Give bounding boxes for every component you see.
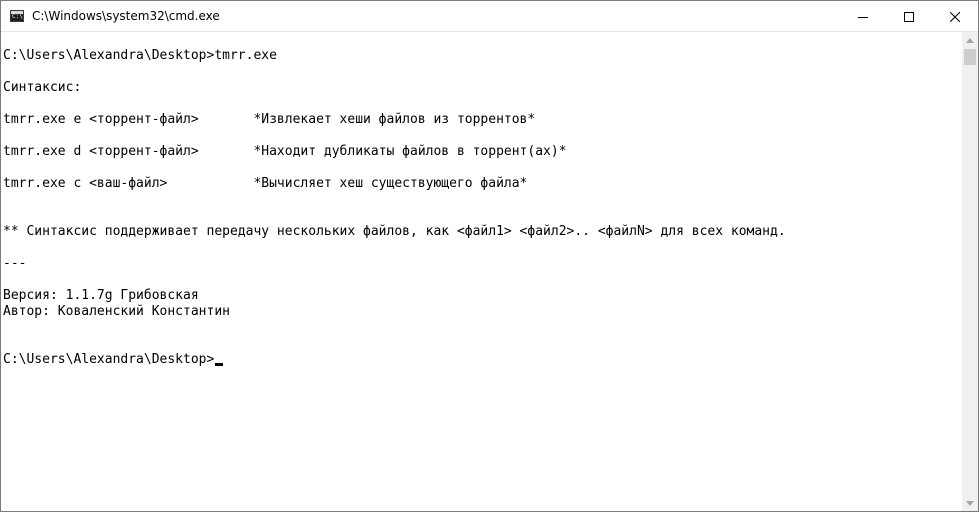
cmd-icon-text: C:\ — [12, 13, 23, 20]
close-icon — [950, 11, 960, 22]
console-output[interactable]: C:\Users\Alexandra\Desktop>tmrr.exe Синт… — [1, 32, 962, 511]
console-line: Автор: Коваленский Константин — [3, 304, 230, 319]
console-line: tmrr.exe e <торрент-файл> *Извлекает хеш… — [3, 112, 536, 127]
chevron-down-icon — [966, 500, 974, 506]
chevron-up-icon — [966, 37, 974, 43]
minimize-button[interactable] — [840, 1, 886, 32]
console-line: C:\Users\Alexandra\Desktop>tmrr.exe — [3, 48, 277, 63]
scroll-down-button[interactable] — [962, 495, 978, 511]
scrollbar-thumb[interactable] — [964, 49, 976, 65]
prompt-text: C:\Users\Alexandra\Desktop> — [3, 352, 215, 367]
cmd-icon[interactable]: C:\ — [10, 10, 24, 22]
window-title: C:\Windows\system32\cmd.exe — [32, 9, 220, 23]
maximize-icon — [904, 11, 914, 22]
console-line: Синтаксис: — [3, 80, 82, 95]
prompt-line[interactable]: C:\Users\Alexandra\Desktop> — [3, 352, 224, 368]
minimize-icon — [858, 16, 868, 18]
maximize-button[interactable] — [886, 1, 932, 32]
console-line: tmrr.exe d <торрент-файл> *Находит дубли… — [3, 144, 567, 159]
close-button[interactable] — [932, 1, 978, 32]
console-line: ** Синтаксис поддерживает передачу неско… — [3, 224, 786, 239]
vertical-scrollbar[interactable] — [962, 32, 978, 511]
console-line: Версия: 1.1.7g Грибовская — [3, 288, 199, 303]
console-window: C:\ C:\Windows\system32\cmd.exe C:\Users… — [0, 0, 979, 512]
scroll-up-button[interactable] — [962, 32, 978, 48]
console-line: --- — [3, 256, 27, 271]
console-line: tmrr.exe c <ваш-файл> *Вычисляет хеш сущ… — [3, 176, 528, 191]
title-bar[interactable]: C:\ C:\Windows\system32\cmd.exe — [1, 1, 978, 32]
text-cursor — [215, 363, 224, 366]
